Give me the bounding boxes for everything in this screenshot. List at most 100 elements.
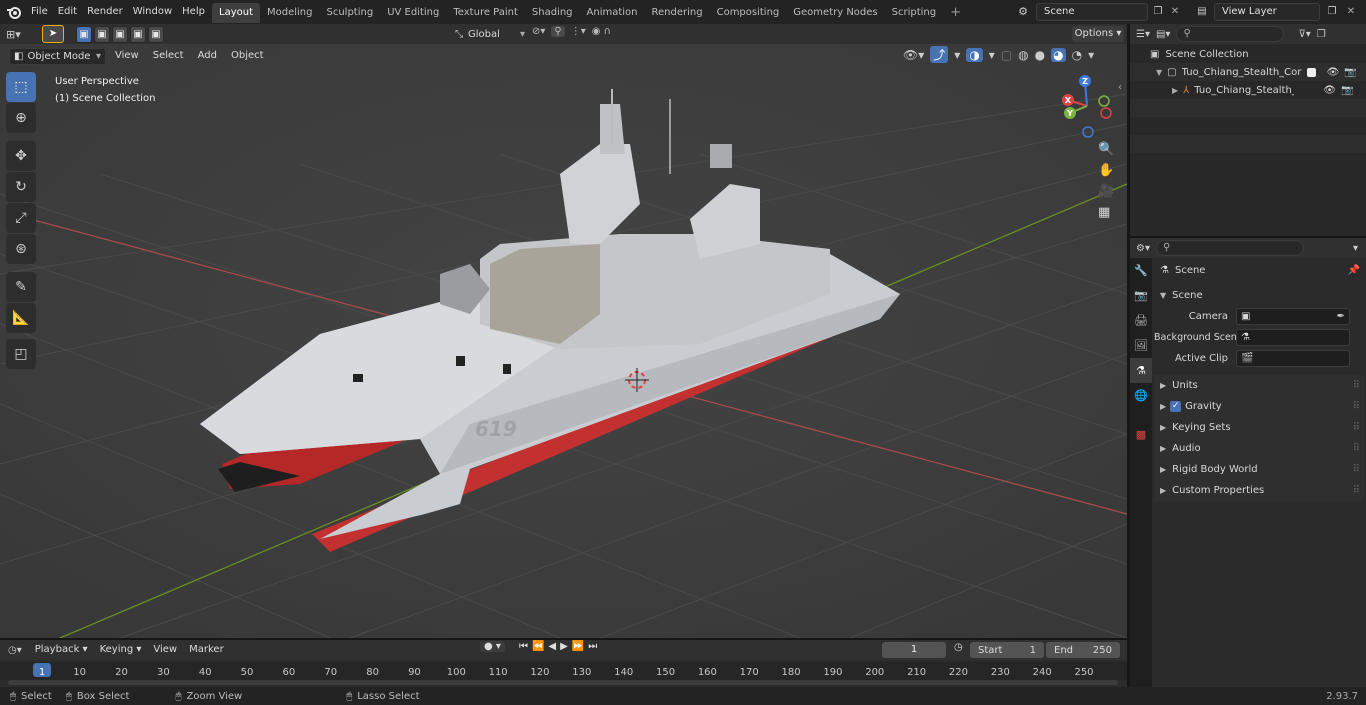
pan-hand-icon[interactable]: ✋	[1098, 163, 1114, 178]
annotate-tool-icon[interactable]: ✎	[6, 272, 36, 302]
camera-restrict-icon[interactable]: 📷	[1341, 85, 1353, 96]
new-view-layer-icon[interactable]: ❐	[1324, 3, 1340, 21]
viewport-menu-add[interactable]: Add	[193, 46, 222, 66]
active-clip-field[interactable]: 🎬	[1236, 350, 1350, 367]
timeline-menu-keying[interactable]: Keying ▾	[95, 640, 147, 660]
add-cube-tool-icon[interactable]: ◰	[6, 339, 36, 369]
filter-icon[interactable]: ⊽▾	[1298, 29, 1310, 40]
exclude-checkbox-icon[interactable]	[1306, 67, 1316, 77]
panel-custom-properties[interactable]: ▶ Custom Properties ⠿	[1154, 480, 1364, 501]
camera-restrict-icon[interactable]: 📷	[1344, 67, 1356, 78]
play-reverse-icon[interactable]: ◀	[548, 641, 556, 652]
area-divider[interactable]	[1127, 24, 1130, 687]
shading-dropdown-icon[interactable]: ▾	[1088, 48, 1094, 62]
output-tab-icon[interactable]: 🖨	[1130, 308, 1152, 333]
pivot-point-icon[interactable]: ⊘▾	[532, 26, 545, 37]
auto-keying-icon[interactable]: ● ▾	[480, 641, 505, 652]
select-tool-icon[interactable]: ➤	[42, 25, 64, 43]
timeline-menu-playback[interactable]: Playback ▾	[30, 640, 93, 660]
gravity-checkbox[interactable]: ✓	[1170, 401, 1182, 412]
drag-handle-icon[interactable]: ⠿	[1353, 417, 1360, 438]
drag-handle-icon[interactable]: ⠿	[1353, 438, 1360, 459]
outliner-display-mode-icon[interactable]: ▤▾	[1156, 29, 1170, 40]
measure-tool-icon[interactable]: 📐	[6, 303, 36, 333]
scene-name-field[interactable]: Scene	[1036, 3, 1148, 21]
expand-arrow-icon[interactable]: ▶	[1172, 86, 1178, 95]
tab-modeling[interactable]: Modeling	[260, 3, 320, 23]
outliner-row-corvette-object[interactable]: ▶ ⅄ Tuo_Chiang_Stealth_Con 👁 📷	[1130, 81, 1366, 99]
scene-panel-header[interactable]: ▼ Scene	[1154, 285, 1364, 306]
viewport-menu-object[interactable]: Object	[226, 46, 269, 66]
add-workspace-icon[interactable]: +	[943, 3, 968, 23]
drag-handle-icon[interactable]: ⠿	[1353, 396, 1360, 417]
snap-element-icon[interactable]: ⋮▾	[571, 26, 586, 37]
tab-sculpting[interactable]: Sculpting	[320, 3, 381, 23]
properties-search-input[interactable]: ⚲	[1155, 240, 1304, 256]
background-scene-field[interactable]: ⚗	[1236, 329, 1350, 346]
delete-view-layer-icon[interactable]: ✕	[1344, 3, 1358, 21]
timeline-menu-marker[interactable]: Marker	[184, 640, 229, 660]
visibility-icon[interactable]: 👁▾	[903, 48, 924, 62]
play-icon[interactable]: ▶	[560, 641, 568, 652]
ortho-grid-icon[interactable]: ▦	[1098, 205, 1114, 220]
menu-render[interactable]: Render	[82, 2, 128, 22]
object-mode-dropdown[interactable]: ◧ Object Mode ▾	[9, 47, 106, 65]
wireframe-shading-icon[interactable]: ◍	[1018, 48, 1028, 62]
world-tab-icon[interactable]: 🌐	[1130, 383, 1152, 408]
panel-audio[interactable]: ▶ Audio ⠿	[1154, 438, 1364, 459]
options-dropdown[interactable]: Options ▾	[1072, 26, 1124, 42]
sidebar-toggle-icon[interactable]: ‹	[1118, 82, 1122, 93]
render-tab-icon[interactable]: 📷	[1130, 283, 1152, 308]
tab-shading[interactable]: Shading	[525, 3, 580, 23]
area-divider[interactable]	[1130, 236, 1366, 238]
viewport-menu-view[interactable]: View	[110, 46, 144, 66]
overlay-toggle-icon[interactable]: ◑	[966, 47, 983, 62]
transform-tool-icon[interactable]: ⊛	[6, 234, 36, 264]
scene-browse-icon[interactable]: ⚙	[1013, 3, 1033, 21]
menu-help[interactable]: Help	[177, 2, 210, 22]
drag-handle-icon[interactable]: ⠿	[1353, 375, 1360, 396]
timeline-editor-type-icon[interactable]: ◷▾	[8, 645, 22, 656]
viewport-menu-select[interactable]: Select	[148, 46, 189, 66]
jump-to-end-icon[interactable]: ⏭	[588, 641, 597, 652]
tool-tab-icon[interactable]: 🔧	[1130, 258, 1152, 283]
timeline-scrollbar[interactable]	[8, 680, 1118, 685]
select-box-tool-icon[interactable]: ⬚	[6, 72, 36, 102]
rendered-shading-icon[interactable]: ◔	[1072, 48, 1082, 62]
gizmo-toggle-icon[interactable]: ⤴	[930, 46, 949, 63]
outliner-search-input[interactable]: ⚲	[1176, 26, 1285, 42]
timeline-menu-view[interactable]: View	[148, 640, 182, 660]
transform-orientation-dropdown[interactable]: ⤡ Global ▾	[455, 26, 525, 43]
jump-to-keyframe-back-icon[interactable]: ⏪	[532, 641, 544, 652]
expand-arrow-icon[interactable]: ▼	[1156, 68, 1162, 77]
tab-uv-editing[interactable]: UV Editing	[380, 3, 446, 23]
new-scene-icon[interactable]: ❐	[1150, 3, 1166, 21]
move-tool-icon[interactable]: ✥	[6, 141, 36, 171]
material-shading-icon[interactable]: ◕	[1051, 47, 1066, 62]
menu-window[interactable]: Window	[128, 2, 177, 22]
jump-to-start-icon[interactable]: ⏮	[519, 641, 528, 652]
menu-file[interactable]: File	[26, 2, 53, 22]
outliner-editor-type-icon[interactable]: ☰▾	[1136, 29, 1150, 40]
navigation-gizmo[interactable]: Z X Y	[1055, 74, 1119, 138]
tab-animation[interactable]: Animation	[580, 3, 645, 23]
pin-icon[interactable]: 📌	[1348, 260, 1360, 281]
gizmo-dropdown-icon[interactable]: ▾	[954, 48, 960, 62]
end-frame-field[interactable]: End 250	[1046, 642, 1120, 658]
camera-view-icon[interactable]: 🎥	[1098, 184, 1114, 199]
eye-icon[interactable]: 👁	[1327, 67, 1340, 78]
zoom-icon[interactable]: 🔍	[1098, 142, 1114, 157]
cursor-tool-icon[interactable]: ⊕	[6, 103, 36, 133]
delete-scene-icon[interactable]: ✕	[1168, 3, 1182, 21]
view-layer-field[interactable]: View Layer	[1214, 3, 1320, 21]
tab-geometry-nodes[interactable]: Geometry Nodes	[786, 3, 884, 23]
tab-texture-paint[interactable]: Texture Paint	[446, 3, 525, 23]
start-frame-field[interactable]: Start 1	[970, 642, 1044, 658]
invert-selection-icon[interactable]: ▣	[130, 26, 146, 43]
panel-gravity[interactable]: ▶ ✓ Gravity ⠿	[1154, 396, 1364, 417]
set-new-selection-icon[interactable]: ▣	[76, 26, 92, 43]
tab-scripting[interactable]: Scripting	[885, 3, 943, 23]
area-divider[interactable]	[0, 638, 1127, 640]
new-collection-icon[interactable]: ❐	[1317, 29, 1326, 40]
intersect-selection-icon[interactable]: ▣	[148, 26, 164, 43]
